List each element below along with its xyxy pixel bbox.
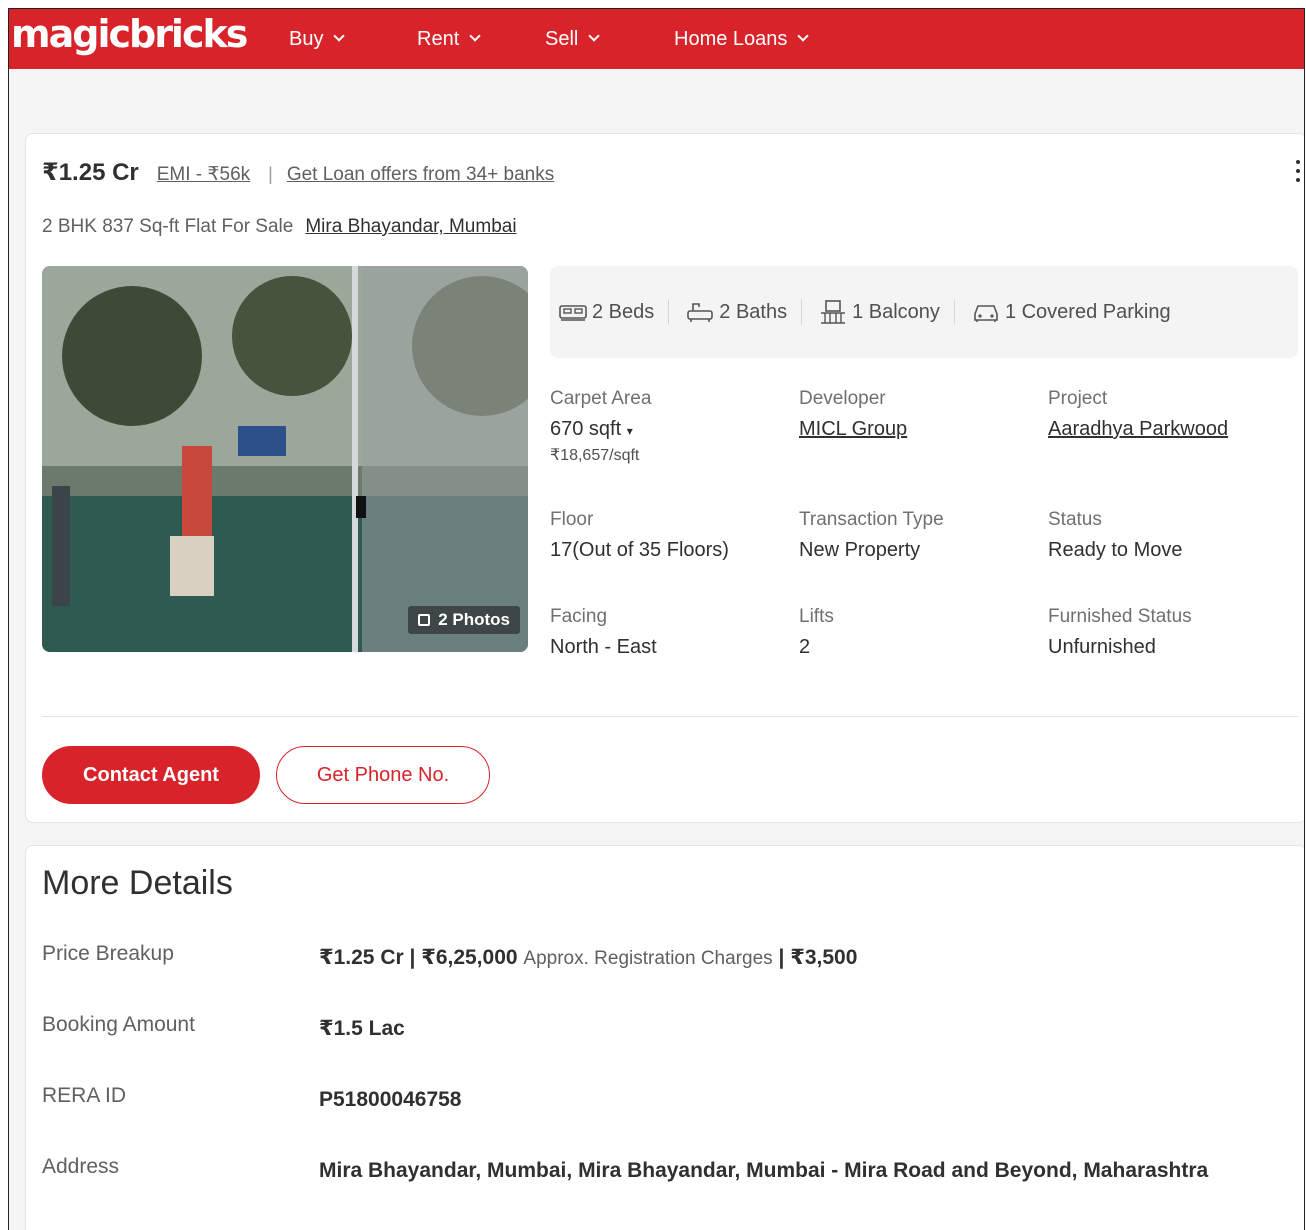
spec-label: Furnished Status bbox=[1048, 606, 1192, 627]
detail-row-booking-amount: Booking Amount ₹1.5 Lac bbox=[42, 1013, 1292, 1045]
nav-rent[interactable]: Rent bbox=[417, 9, 481, 69]
contact-agent-button[interactable]: Contact Agent bbox=[42, 746, 260, 804]
section-heading: More Details bbox=[42, 864, 233, 902]
nav-rent-label: Rent bbox=[417, 27, 460, 50]
property-title: 2 BHK 837 Sq-ft Flat For Sale bbox=[42, 216, 294, 237]
price-per-sqft: ₹18,657/sqft bbox=[550, 447, 640, 464]
spec-floor: Floor 17(Out of 35 Floors) bbox=[550, 509, 790, 562]
gallery-icon bbox=[418, 614, 431, 626]
unit-dropdown-icon[interactable]: ▾ bbox=[627, 424, 633, 438]
spec-label: Lifts bbox=[799, 606, 834, 627]
more-options-icon[interactable] bbox=[1294, 160, 1302, 188]
spec-lifts: Lifts 2 bbox=[799, 606, 1039, 659]
property-card: ₹1.25 Cr EMI - ₹56k | Get Loan offers fr… bbox=[25, 133, 1304, 823]
detail-label: Booking Amount bbox=[42, 1013, 195, 1036]
spec-value: Unfurnished bbox=[1048, 636, 1156, 658]
page-frame: magicbricks Buy Rent Sell Home Loans ₹1.… bbox=[8, 8, 1305, 1230]
photo-count: 2 Photos bbox=[438, 610, 510, 629]
bed-icon bbox=[559, 305, 587, 321]
loan-offers-link[interactable]: Get Loan offers from 34+ banks bbox=[287, 164, 554, 186]
detail-value: ₹1.25 Cr | ₹6,25,000 Approx. Registratio… bbox=[319, 942, 1292, 975]
more-details-section: More Details Price Breakup ₹1.25 Cr | ₹6… bbox=[25, 845, 1304, 1230]
nav-buy-label: Buy bbox=[289, 27, 324, 50]
chevron-down-icon bbox=[588, 30, 601, 42]
price-row: ₹1.25 Cr EMI - ₹56k | Get Loan offers fr… bbox=[42, 158, 554, 187]
spec-label: Transaction Type bbox=[799, 509, 944, 530]
spec-carpet-area: Carpet Area 670 sqft ▾ ₹18,657/sqft bbox=[550, 388, 790, 465]
spec-transaction-type: Transaction Type New Property bbox=[799, 509, 1039, 562]
beds-label: 2 Beds bbox=[592, 300, 655, 323]
nav-home-loans[interactable]: Home Loans bbox=[674, 9, 810, 69]
detail-row-price-breakup: Price Breakup ₹1.25 Cr | ₹6,25,000 Appro… bbox=[42, 942, 1292, 975]
registration-note: Approx. Registration Charges bbox=[523, 948, 773, 969]
nav-sell-label: Sell bbox=[545, 27, 579, 50]
detail-label: RERA ID bbox=[42, 1084, 127, 1107]
detail-label: Price Breakup bbox=[42, 942, 174, 965]
chevron-down-icon bbox=[797, 30, 810, 42]
property-subtitle: 2 BHK 837 Sq-ft Flat For Sale Mira Bhaya… bbox=[42, 216, 517, 238]
developer-link[interactable]: MICL Group bbox=[799, 418, 1039, 441]
spec-label: Status bbox=[1048, 509, 1102, 530]
amenity-balcony: 1 Balcony bbox=[801, 299, 954, 325]
spec-status: Status Ready to Move bbox=[1048, 509, 1288, 562]
detail-value: P51800046758 bbox=[319, 1088, 462, 1111]
photo-illustration bbox=[42, 266, 528, 652]
amenity-baths: 2 Baths bbox=[668, 300, 801, 324]
project-link[interactable]: Aaradhya Parkwood bbox=[1048, 418, 1288, 441]
bathtub-icon bbox=[687, 303, 714, 322]
get-phone-button[interactable]: Get Phone No. bbox=[276, 746, 490, 804]
balcony-label: 1 Balcony bbox=[852, 300, 940, 323]
spec-developer: Developer MICL Group bbox=[799, 388, 1039, 441]
spec-value: North - East bbox=[550, 636, 657, 658]
price-breakup-value: ₹1.25 Cr | ₹6,25,000 bbox=[319, 946, 518, 969]
nav-sell[interactable]: Sell bbox=[545, 9, 601, 69]
spec-label: Carpet Area bbox=[550, 388, 652, 409]
spec-facing: Facing North - East bbox=[550, 606, 790, 659]
spec-value[interactable]: 670 sqft ▾ bbox=[550, 418, 790, 441]
card-divider bbox=[42, 716, 1298, 717]
location-link[interactable]: Mira Bhayandar, Mumbai bbox=[305, 216, 516, 238]
property-photo[interactable]: 2 Photos bbox=[42, 266, 528, 652]
detail-value: ₹1.5 Lac bbox=[319, 1017, 405, 1040]
emi-link[interactable]: EMI - ₹56k bbox=[157, 163, 250, 186]
spec-value: 17(Out of 35 Floors) bbox=[550, 539, 729, 561]
spec-value: New Property bbox=[799, 539, 921, 561]
nav-buy[interactable]: Buy bbox=[289, 9, 346, 69]
detail-label: Address bbox=[42, 1155, 120, 1178]
nav-home-loans-label: Home Loans bbox=[674, 27, 788, 50]
property-price: ₹1.25 Cr bbox=[42, 159, 139, 186]
spec-value: 2 bbox=[799, 636, 811, 658]
chevron-down-icon bbox=[333, 30, 346, 42]
spec-value: Ready to Move bbox=[1048, 539, 1183, 561]
spec-label: Project bbox=[1048, 388, 1108, 409]
chevron-down-icon bbox=[469, 30, 481, 42]
spec-furnished-status: Furnished Status Unfurnished bbox=[1048, 606, 1288, 659]
amenities-bar: 2 Beds 2 Baths 1 Balcony 1 Covered Parki… bbox=[550, 266, 1298, 358]
spec-label: Facing bbox=[550, 606, 608, 627]
separator: | bbox=[268, 164, 273, 184]
detail-value: Mira Bhayandar, Mumbai, Mira Bhayandar, … bbox=[319, 1159, 1209, 1182]
car-icon bbox=[974, 305, 998, 322]
spec-label: Developer bbox=[799, 388, 886, 409]
brand-logo[interactable]: magicbricks bbox=[11, 12, 248, 56]
amenity-parking: 1 Covered Parking bbox=[953, 300, 1185, 324]
amenity-beds: 2 Beds bbox=[558, 300, 668, 324]
balcony-icon bbox=[821, 300, 846, 324]
spec-label: Floor bbox=[550, 509, 594, 530]
photo-count-badge[interactable]: 2 Photos bbox=[408, 606, 520, 634]
registration-charges: | ₹3,500 bbox=[778, 946, 858, 969]
top-navbar: magicbricks Buy Rent Sell Home Loans bbox=[9, 9, 1304, 69]
spec-project: Project Aaradhya Parkwood bbox=[1048, 388, 1288, 441]
baths-label: 2 Baths bbox=[719, 300, 788, 323]
detail-row-address: Address Mira Bhayandar, Mumbai, Mira Bha… bbox=[42, 1155, 1292, 1187]
parking-label: 1 Covered Parking bbox=[1004, 300, 1171, 323]
carpet-area-value: 670 sqft bbox=[550, 418, 622, 440]
detail-row-rera-id: RERA ID P51800046758 bbox=[42, 1084, 1292, 1116]
